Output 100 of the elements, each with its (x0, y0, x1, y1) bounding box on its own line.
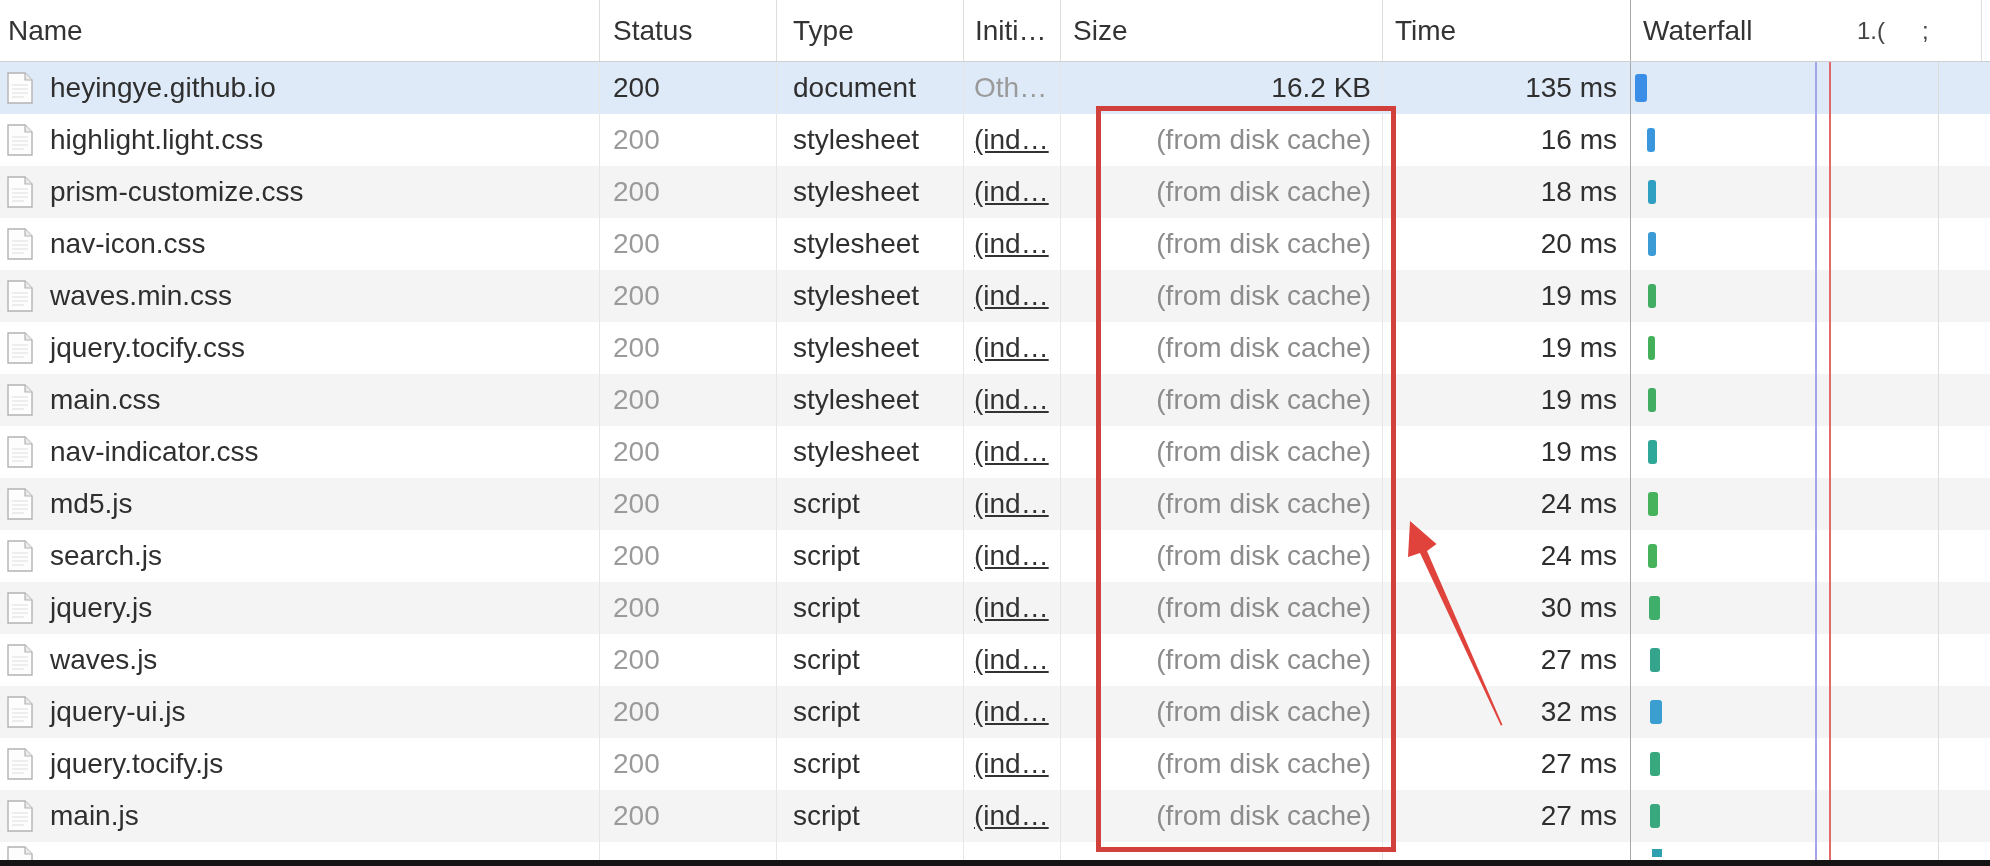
initiator-link[interactable]: (ind… (974, 696, 1049, 728)
file-icon (7, 800, 33, 832)
file-name: main.css (50, 384, 161, 416)
initiator-link[interactable]: (ind… (974, 540, 1049, 572)
initiator-link[interactable]: (ind… (974, 228, 1049, 260)
resource-size: (from disk cache) (1156, 384, 1371, 416)
initiator-link[interactable]: (ind… (974, 488, 1049, 520)
response-time: 19 ms (1540, 280, 1617, 312)
resource-type: script (793, 696, 860, 728)
column-header[interactable]: Waterfall (1643, 14, 1753, 47)
response-time: 20 ms (1540, 228, 1617, 260)
file-icon (7, 72, 33, 104)
response-time: 19 ms (1540, 384, 1617, 416)
resource-type: stylesheet (793, 332, 920, 364)
file-icon (7, 124, 33, 156)
resource-type: stylesheet (793, 384, 920, 416)
status-code: 200 (613, 800, 660, 832)
status-code: 200 (613, 748, 660, 780)
resource-type: document (793, 72, 916, 104)
timeline-tick-label: ; (1922, 16, 1929, 45)
response-time: 16 ms (1540, 124, 1617, 156)
file-icon (7, 488, 33, 520)
file-icon (7, 696, 33, 728)
response-time: 135 ms (1525, 72, 1617, 104)
file-name: nav-icon.css (50, 228, 206, 260)
initiator-link[interactable]: (ind… (974, 176, 1049, 208)
initiator-link[interactable]: (ind… (974, 124, 1049, 156)
status-code: 200 (613, 280, 660, 312)
resource-size: (from disk cache) (1156, 748, 1371, 780)
status-code: 200 (613, 124, 660, 156)
file-name: jquery.tocify.css (50, 332, 245, 364)
file-icon (7, 384, 33, 416)
file-name: jquery-ui.js (50, 696, 186, 728)
resource-type: stylesheet (793, 436, 920, 468)
resource-size: (from disk cache) (1156, 280, 1371, 312)
initiator-link[interactable]: (ind… (974, 592, 1049, 624)
file-name: heyingye.github.io (50, 72, 276, 104)
column-header[interactable]: Name (8, 14, 83, 47)
request-row[interactable]: prism-customize.css 200 stylesheet (ind… (from disk cache) 18 ms (0, 166, 1990, 218)
column-header[interactable]: Time (1395, 14, 1457, 47)
initiator-link[interactable]: (ind… (974, 384, 1049, 416)
initiator-link[interactable]: (ind… (974, 280, 1049, 312)
status-code: 200 (613, 696, 660, 728)
column-header[interactable]: Type (793, 14, 854, 47)
file-name: prism-customize.css (50, 176, 304, 208)
file-icon (7, 644, 33, 676)
request-row[interactable]: heyingye.github.io 200 document Oth… 16.2 KB 135 ms (0, 62, 1990, 114)
resource-size: (from disk cache) (1156, 436, 1371, 468)
file-name: md5.js (50, 488, 133, 520)
request-row[interactable]: waves.min.css 200 stylesheet (ind… (from disk cache) 19 ms (0, 270, 1990, 322)
status-code: 200 (613, 176, 660, 208)
response-time: 19 ms (1540, 436, 1617, 468)
request-row[interactable]: jquery.js 200 script (ind… (from disk cache) 30 ms (0, 582, 1990, 634)
response-time: 24 ms (1540, 540, 1617, 572)
file-name: highlight.light.css (50, 124, 264, 156)
resource-size: (from disk cache) (1156, 228, 1371, 260)
file-name: search.js (50, 540, 163, 572)
resource-type: stylesheet (793, 124, 920, 156)
initiator-link[interactable]: (ind… (974, 436, 1049, 468)
status-code: 200 (613, 436, 660, 468)
response-time: 27 ms (1540, 644, 1617, 676)
initiator-link[interactable]: (ind… (974, 800, 1049, 832)
file-icon (7, 176, 33, 208)
resource-type: script (793, 540, 860, 572)
file-name: jquery.tocify.js (50, 748, 224, 780)
request-row[interactable]: jquery-ui.js 200 script (ind… (from disk cache) 32 ms (0, 686, 1990, 738)
status-code: 200 (613, 488, 660, 520)
file-icon (7, 436, 33, 468)
status-code: 200 (613, 592, 660, 624)
file-name: jquery.js (50, 592, 153, 624)
resource-size: 16.2 KB (1271, 72, 1371, 104)
request-row[interactable]: md5.js 200 script (ind… (from disk cache) 24 ms (0, 478, 1990, 530)
initiator-link[interactable]: (ind… (974, 332, 1049, 364)
file-icon (7, 332, 33, 364)
response-time: 19 ms (1540, 332, 1617, 364)
status-code: 200 (613, 384, 660, 416)
resource-size: (from disk cache) (1156, 800, 1371, 832)
file-name: nav-indicator.css (50, 436, 259, 468)
status-code: 200 (613, 644, 660, 676)
column-header[interactable]: Initi… (975, 14, 1047, 47)
request-row[interactable]: main.js 200 script (ind… (from disk cache) 27 ms (0, 790, 1990, 842)
response-time: 18 ms (1540, 176, 1617, 208)
resource-type: stylesheet (793, 228, 920, 260)
file-name: waves.min.css (50, 280, 233, 312)
column-header[interactable]: Status (613, 14, 693, 47)
file-icon (7, 748, 33, 780)
column-header[interactable]: Size (1073, 14, 1128, 47)
resource-type: script (793, 748, 860, 780)
resource-size: (from disk cache) (1156, 696, 1371, 728)
file-name: waves.js (50, 644, 158, 676)
initiator-link[interactable]: (ind… (974, 644, 1049, 676)
response-time: 30 ms (1540, 592, 1617, 624)
timeline-tick-label: 1.( (1857, 16, 1885, 45)
request-row[interactable]: main.css 200 stylesheet (ind… (from disk cache) 19 ms (0, 374, 1990, 426)
status-code: 200 (613, 332, 660, 364)
response-time: 24 ms (1540, 488, 1617, 520)
file-icon (7, 280, 33, 312)
file-icon (7, 592, 33, 624)
initiator-link[interactable]: (ind… (974, 748, 1049, 780)
file-icon (7, 540, 33, 572)
